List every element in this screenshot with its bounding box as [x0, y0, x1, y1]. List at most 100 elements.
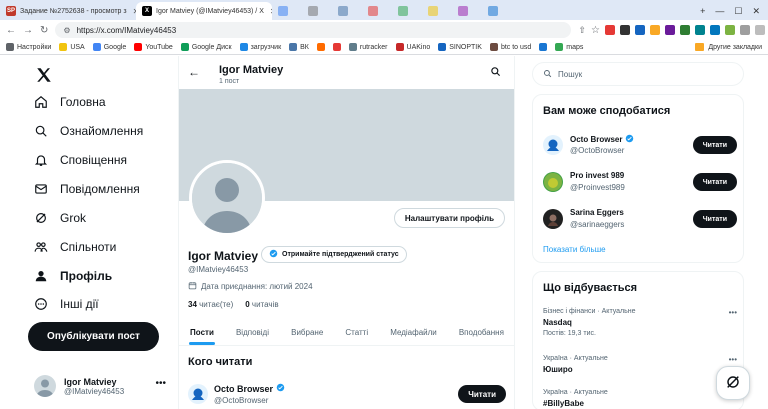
search-input[interactable]: Пошук — [532, 62, 744, 86]
extension-icon[interactable] — [709, 25, 720, 35]
more-dots-icon[interactable]: ••• — [729, 308, 737, 317]
suggestion-item[interactable]: Sarina Eggers @sarinaeggers Читати — [543, 205, 737, 233]
extension-icon[interactable] — [604, 25, 615, 35]
verified-badge-icon — [269, 249, 278, 260]
account-switcher[interactable]: Igor Matviey @IMatviey46453 ••• — [34, 372, 174, 400]
browser-tab-other[interactable] — [272, 2, 302, 20]
nav-profile[interactable]: Профіль — [34, 269, 112, 283]
extension-icon[interactable] — [724, 25, 735, 35]
bookmark-item[interactable]: UAKino — [395, 43, 430, 51]
following-link[interactable]: 34 читає(те) — [188, 300, 233, 309]
site-info-icon[interactable]: ⚙ — [63, 26, 70, 35]
bookmark-item[interactable]: USA — [59, 43, 85, 51]
bookmark-favicon-icon — [180, 43, 189, 51]
bookmark-item[interactable]: rutracker — [348, 43, 388, 51]
browser-tab-other[interactable] — [392, 2, 422, 20]
extension-icon[interactable] — [619, 25, 630, 35]
calendar-icon — [188, 281, 197, 292]
grok-floating-button[interactable] — [716, 366, 750, 400]
nav-more[interactable]: Інші дії — [34, 297, 99, 311]
browser-tab-other[interactable] — [302, 2, 332, 20]
reload-icon[interactable]: ↻ — [40, 25, 48, 36]
extension-icon[interactable] — [694, 25, 705, 35]
browser-tab-other[interactable] — [482, 2, 512, 20]
maximize-icon[interactable]: ☐ — [734, 6, 742, 17]
browser-tab-other[interactable] — [362, 2, 392, 20]
get-verified-button[interactable]: Отримайте підтверджений статус — [261, 246, 407, 263]
x-logo-icon[interactable] — [35, 66, 53, 89]
browser-tab-strip: SP Задание №2752638 - просмотр з ✕ X Igo… — [0, 0, 768, 20]
profile-avatar[interactable] — [189, 160, 265, 236]
share-icon[interactable]: ⇧ — [578, 25, 586, 36]
tab-replies[interactable]: Відповіді — [225, 320, 280, 345]
bookmark-item[interactable] — [332, 43, 341, 51]
nav-notifications[interactable]: Сповіщення — [34, 153, 127, 167]
post-button[interactable]: Опублікувати пост — [28, 322, 159, 351]
bookmark-item[interactable]: SINOPTIK — [438, 43, 482, 51]
forward-icon[interactable]: → — [23, 25, 33, 36]
follow-stats: 34 читає(те) 0 читачів — [188, 300, 279, 309]
sidebar-toggle-icon[interactable] — [754, 25, 765, 35]
more-dots-icon[interactable]: ••• — [155, 378, 166, 389]
more-dots-icon[interactable]: ••• — [729, 355, 737, 364]
who-to-follow-item[interactable]: Octo Browser @OctoBrowser Читати — [188, 381, 508, 407]
bookmark-item[interactable]: загрузчик — [239, 43, 281, 51]
grok-icon — [34, 211, 48, 225]
bookmark-item[interactable]: maps — [555, 43, 583, 51]
follow-button[interactable]: Читати — [692, 210, 737, 228]
bookmark-item[interactable]: Настройки — [6, 43, 51, 51]
nav-explore[interactable]: Ознайомлення — [34, 124, 143, 138]
following-count: 34 — [188, 300, 197, 309]
address-bar[interactable]: ⚙ https://x.com/IMatviey46453 — [55, 22, 572, 38]
trend-item[interactable]: Україна · Актуальне #BillyBabe ••• — [543, 389, 737, 408]
tab-likes[interactable]: Вподобання — [448, 320, 514, 345]
follow-button[interactable]: Читати — [458, 385, 506, 403]
browser-tab-profile[interactable]: X Igor Matviey (@IMatviey46453) / X ✕ — [136, 2, 272, 20]
show-more-link[interactable]: Показати більше — [543, 245, 606, 254]
nav-communities[interactable]: Спільноти — [34, 240, 116, 254]
extension-icon[interactable] — [679, 25, 690, 35]
browser-tab-other[interactable] — [452, 2, 482, 20]
suggestion-item[interactable]: Octo Browser @OctoBrowser Читати — [543, 131, 737, 159]
follow-button[interactable]: Читати — [692, 136, 737, 154]
profile-header-bar: ← Igor Matviey 1 пост — [179, 56, 514, 89]
back-icon[interactable]: ← — [6, 25, 16, 36]
followers-link[interactable]: 0 читачів — [245, 300, 278, 309]
back-arrow-icon[interactable]: ← — [188, 65, 200, 79]
bookmark-item[interactable]: btc to usd — [489, 43, 531, 51]
bookmark-item[interactable]: Google Диск — [180, 43, 232, 51]
bookmark-item[interactable]: Google — [92, 43, 126, 51]
suggestion-item[interactable]: Pro invest 989 @Proinvest989 Читати — [543, 168, 737, 196]
who-to-follow-card: Вам може сподобатися Octo Browser @OctoB… — [532, 94, 744, 263]
nav-grok[interactable]: Grok — [34, 211, 86, 225]
extension-icon[interactable] — [664, 25, 675, 35]
tab-media[interactable]: Медіафайли — [379, 320, 448, 345]
nav-messages[interactable]: Повідомлення — [34, 182, 140, 196]
close-window-icon[interactable]: ✕ — [752, 6, 760, 17]
new-tab-icon[interactable]: + — [700, 6, 705, 16]
bookmark-item[interactable]: YouTube — [134, 43, 173, 51]
nav-home[interactable]: Головна — [34, 95, 106, 109]
bookmark-item[interactable] — [539, 43, 548, 51]
bookmark-item[interactable] — [316, 43, 325, 51]
bookmark-star-icon[interactable]: ☆ — [591, 25, 600, 36]
extension-icon[interactable] — [649, 25, 660, 35]
trend-item[interactable]: Україна · Актуальне Юширо ••• — [543, 355, 737, 374]
trends-title: Що відбувається — [543, 282, 638, 294]
browser-tab-other[interactable] — [422, 2, 452, 20]
browser-tab-task[interactable]: SP Задание №2752638 - просмотр з ✕ — [0, 2, 136, 20]
edit-profile-button[interactable]: Налаштувати профіль — [393, 208, 505, 228]
tab-highlights[interactable]: Вибране — [280, 320, 334, 345]
tab-articles[interactable]: Статті — [334, 320, 379, 345]
follow-button[interactable]: Читати — [692, 173, 737, 191]
extensions-puzzle-icon[interactable] — [739, 25, 750, 35]
tab-posts[interactable]: Пости — [179, 320, 225, 345]
minimize-icon[interactable]: — — [715, 6, 724, 16]
browser-tab-other[interactable] — [332, 2, 362, 20]
extension-icon[interactable] — [634, 25, 645, 35]
bookmark-item[interactable]: ВК — [289, 43, 309, 51]
other-bookmarks[interactable]: Другие закладки — [695, 43, 762, 51]
trend-item[interactable]: Бізнес і фінанси · Актуальне Nasdaq Пост… — [543, 308, 737, 337]
join-date: Дата приєднання: лютий 2024 — [188, 281, 313, 292]
search-icon[interactable] — [490, 66, 501, 80]
